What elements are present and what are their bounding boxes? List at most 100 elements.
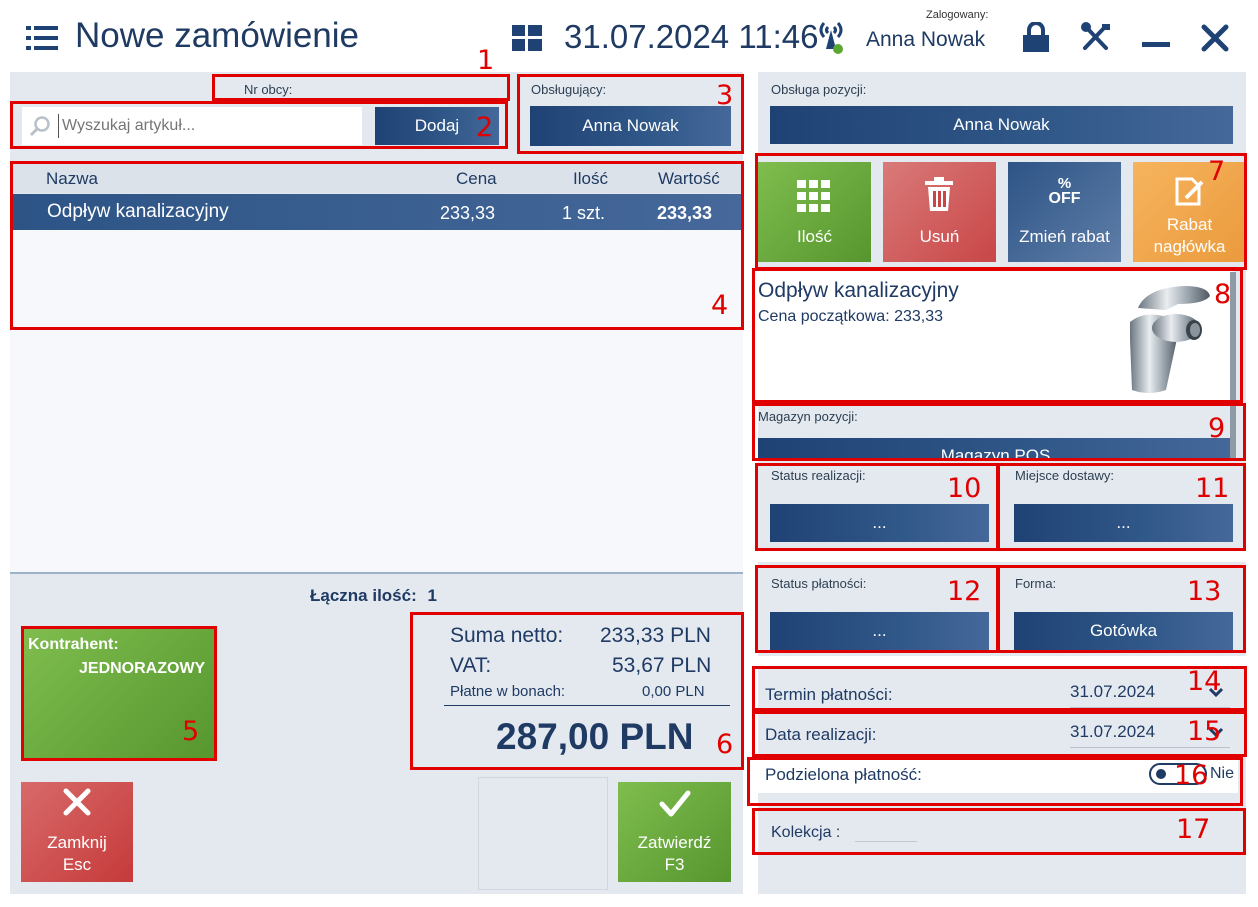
- row-name: Odpływ kanalizacyjny: [47, 201, 229, 222]
- row-price: 233,33: [440, 203, 496, 223]
- nr-obcy-label: Nr obcy:: [244, 82, 293, 97]
- collection-input[interactable]: [855, 840, 917, 842]
- header-bar: Nowe zamówienie 31.07.2024 11:46 Zalogow…: [0, 0, 1258, 72]
- discount-icon-bottom: OFF: [1048, 190, 1081, 207]
- callout-number-17: 17: [1176, 814, 1211, 845]
- callout-number-10: 10: [947, 473, 982, 504]
- confirm-button-label: Zatwierdź: [637, 833, 712, 852]
- vouchers-value: 0,00 PLN: [642, 683, 705, 700]
- delivery-label: Miejsce dostawy:: [1015, 468, 1114, 483]
- close-button-label: Zamknij: [47, 833, 107, 852]
- qty-tile[interactable]: Ilość: [758, 162, 871, 262]
- table-divider: [10, 572, 743, 574]
- close-button-key: Esc: [62, 855, 92, 874]
- callout-number-14: 14: [1187, 666, 1222, 697]
- grand-total: 287,00 PLN: [496, 716, 694, 757]
- tools-icon[interactable]: [1080, 22, 1112, 57]
- total-qty: Łączna ilość: 1: [310, 586, 437, 606]
- callout-number-3: 3: [716, 80, 734, 111]
- user-name: Anna Nowak: [866, 28, 986, 51]
- minimize-icon[interactable]: [1142, 42, 1170, 47]
- callout-number-5: 5: [182, 716, 200, 747]
- callout-number-15: 15: [1187, 716, 1222, 747]
- discount-icon: % OFF: [1008, 175, 1121, 207]
- serving-button[interactable]: Anna Nowak: [530, 106, 731, 146]
- product-info: Odpływ kanalizacyjny Cena początkowa: 23…: [754, 270, 1236, 402]
- callout-number-6: 6: [716, 729, 734, 760]
- discount-tile[interactable]: % OFF Zmień rabat: [1008, 162, 1121, 262]
- datetime: 31.07.2024 11:46: [564, 18, 819, 55]
- warehouse-button-clip: Magazyn POS: [758, 435, 1233, 460]
- total-qty-value: 1: [427, 586, 437, 605]
- table-header: Nazwa Cena Ilość Wartość: [10, 163, 743, 193]
- header-discount-tile[interactable]: Rabat nagłówka: [1133, 162, 1246, 262]
- search-box[interactable]: [22, 107, 362, 145]
- contractor-label: Kontrahent:: [28, 636, 119, 653]
- faucet-image: [1118, 280, 1218, 400]
- col-price: Cena: [456, 169, 497, 188]
- payment-term-value: 31.07.2024: [1070, 682, 1156, 701]
- close-button[interactable]: Zamknij Esc: [21, 782, 133, 882]
- empty-slot: [478, 777, 608, 890]
- table-body: [10, 230, 743, 572]
- callout-number-12: 12: [947, 576, 982, 607]
- position-service-label: Obsługa pozycji:: [771, 82, 867, 97]
- table-row[interactable]: Odpływ kanalizacyjny 233,33 1 szt. 233,3…: [10, 194, 743, 230]
- split-label: Podzielona płatność:: [765, 765, 922, 784]
- status-button[interactable]: ...: [770, 504, 989, 542]
- logged-label: Zalogowany:: [926, 9, 989, 21]
- warehouse-scrollbar[interactable]: [1230, 404, 1236, 460]
- close-x-icon: [63, 788, 91, 822]
- position-service-button[interactable]: Anna Nowak: [770, 106, 1233, 144]
- status-label: Status realizacji:: [771, 468, 866, 483]
- edit-document-icon: [1174, 176, 1206, 212]
- split-value: Nie: [1210, 765, 1235, 782]
- callout-number-2: 2: [476, 112, 494, 143]
- close-icon[interactable]: [1201, 24, 1229, 57]
- header-discount-label: Rabat nagłówka: [1153, 215, 1226, 256]
- total-qty-label: Łączna ilość:: [310, 586, 417, 605]
- callout-number-1: 1: [477, 45, 495, 76]
- payment-status-button[interactable]: ...: [770, 612, 989, 650]
- callout-number-16: 16: [1174, 760, 1209, 791]
- search-input[interactable]: [58, 114, 354, 138]
- search-icon: [29, 115, 51, 142]
- confirm-button-key: F3: [664, 855, 685, 874]
- callout-number-13: 13: [1187, 576, 1222, 607]
- callout-number-11: 11: [1195, 473, 1230, 504]
- net-value: 233,33 PLN: [600, 624, 711, 647]
- right-spacer-2: [758, 656, 1246, 666]
- toggle-knob: [1156, 769, 1166, 779]
- product-name: Odpływ kanalizacyjny: [758, 279, 959, 302]
- col-name: Nazwa: [46, 169, 98, 188]
- serving-label: Obsługujący:: [531, 82, 607, 97]
- warehouse-button[interactable]: Magazyn POS: [758, 438, 1233, 460]
- menu-icon[interactable]: [26, 25, 58, 51]
- grid-icon: [797, 180, 831, 218]
- vouchers-label: Płatne w bonach:: [450, 683, 566, 700]
- vat-label: VAT:: [450, 654, 492, 677]
- callout-number-8: 8: [1214, 279, 1232, 310]
- tiles-view-icon[interactable]: [512, 25, 542, 56]
- form-button[interactable]: Gotówka: [1014, 612, 1233, 650]
- initial-price-label: Cena początkowa:: [758, 308, 890, 325]
- delivery-button[interactable]: ...: [1014, 504, 1233, 542]
- right-spacer: [758, 550, 1246, 562]
- lock-icon[interactable]: [1022, 21, 1050, 57]
- confirm-button[interactable]: Zatwierdź F3: [618, 782, 731, 882]
- discount-tile-label: Zmień rabat: [1019, 227, 1110, 246]
- warehouse-label: Magazyn pozycji:: [758, 409, 858, 424]
- connection-icon: [815, 19, 847, 60]
- discount-icon-top: %: [1057, 175, 1072, 192]
- summary-divider: [444, 705, 730, 706]
- form-label: Forma:: [1015, 576, 1057, 591]
- delete-tile[interactable]: Usuń: [883, 162, 996, 262]
- col-qty: Ilość: [573, 169, 608, 188]
- col-value: Wartość: [658, 169, 720, 188]
- qty-tile-label: Ilość: [797, 227, 832, 246]
- net-label: Suma netto:: [450, 624, 564, 647]
- vat-value: 53,67 PLN: [612, 654, 712, 677]
- callout-number-7: 7: [1208, 156, 1226, 187]
- contractor-value: JEDNORAZOWY: [79, 660, 206, 677]
- row-qty: 1 szt.: [562, 203, 606, 223]
